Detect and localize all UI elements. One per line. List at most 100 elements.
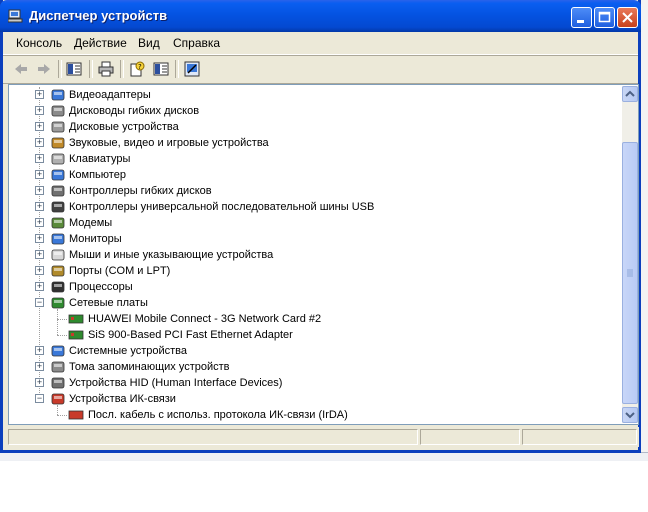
display-adapter-icon bbox=[51, 89, 65, 101]
floppy-drive-icon bbox=[51, 105, 65, 117]
menu-action[interactable]: Действие bbox=[74, 36, 127, 50]
tree-node-label: Тома запоминающих устройств bbox=[69, 361, 230, 373]
toolbar-separator bbox=[89, 60, 93, 78]
sound-icon bbox=[51, 137, 65, 149]
close-icon bbox=[622, 12, 633, 23]
title-bar[interactable]: Диспетчер устройств bbox=[0, 0, 641, 32]
menu-help[interactable]: Справка bbox=[173, 36, 220, 50]
network-card-icon bbox=[68, 314, 84, 324]
console-tree-icon[interactable] bbox=[66, 61, 82, 77]
infrared-icon bbox=[51, 393, 65, 405]
tree-node-label: Мониторы bbox=[69, 233, 122, 245]
tree-child-label: HUAWEI Mobile Connect - 3G Network Card … bbox=[88, 313, 322, 325]
infrared-icon bbox=[68, 410, 84, 420]
close-button[interactable] bbox=[617, 7, 638, 28]
tree-node-label: Контроллеры универсальной последовательн… bbox=[69, 201, 375, 213]
toolbar-separator bbox=[175, 60, 179, 78]
status-bar bbox=[8, 427, 639, 447]
expand-toggle[interactable]: + bbox=[35, 266, 44, 275]
processor-icon bbox=[51, 281, 65, 293]
expand-toggle[interactable]: + bbox=[35, 234, 44, 243]
scroll-down-button[interactable] bbox=[622, 407, 638, 423]
network-card-icon bbox=[68, 330, 84, 340]
floppy-controller-icon bbox=[51, 185, 65, 197]
collapse-toggle[interactable]: − bbox=[35, 394, 44, 403]
expand-toggle[interactable]: + bbox=[35, 138, 44, 147]
vertical-scrollbar[interactable] bbox=[622, 86, 638, 423]
tree-node-label: Компьютер bbox=[69, 169, 126, 181]
expand-toggle[interactable]: + bbox=[35, 106, 44, 115]
window-title: Диспетчер устройств bbox=[29, 8, 168, 23]
properties-icon[interactable]: ? bbox=[129, 61, 145, 77]
expand-toggle[interactable]: + bbox=[35, 170, 44, 179]
expand-toggle[interactable]: + bbox=[35, 122, 44, 131]
taskbar-edge bbox=[0, 452, 648, 461]
tree-node-label: Процессоры bbox=[69, 281, 133, 293]
expand-toggle[interactable]: + bbox=[35, 154, 44, 163]
toolbar-separator bbox=[120, 60, 124, 78]
status-pane-main bbox=[8, 429, 418, 445]
tree-connector bbox=[57, 405, 58, 415]
modem-icon bbox=[51, 217, 65, 229]
tree-node-label: Порты (COM и LPT) bbox=[69, 265, 171, 277]
tree-node-label: Сетевые платы bbox=[69, 297, 148, 309]
monitor-icon bbox=[51, 233, 65, 245]
usb-icon bbox=[51, 201, 65, 213]
toolbar: ? bbox=[3, 55, 638, 84]
print-icon[interactable] bbox=[98, 61, 114, 77]
system-device-icon bbox=[51, 345, 65, 357]
expand-toggle[interactable]: + bbox=[35, 186, 44, 195]
scroll-up-button[interactable] bbox=[622, 86, 638, 102]
status-pane-3 bbox=[522, 429, 637, 445]
chevron-down-icon bbox=[625, 412, 635, 419]
toolbar-separator bbox=[58, 60, 62, 78]
tree-node-label: Системные устройства bbox=[69, 345, 188, 357]
tree-node-label: Дисковые устройства bbox=[69, 121, 179, 133]
collapse-toggle[interactable]: − bbox=[35, 298, 44, 307]
scan-hardware-icon[interactable] bbox=[184, 61, 200, 77]
device-tree-panel[interactable]: + Видеоадаптеры + Дисководы гибких дисков + Д… bbox=[8, 84, 639, 425]
maximize-icon bbox=[598, 11, 611, 23]
tree-connector bbox=[57, 415, 67, 416]
hid-icon bbox=[51, 377, 65, 389]
tree-child-label: SiS 900-Based PCI Fast Ethernet Adapter bbox=[88, 329, 293, 341]
svg-text:?: ? bbox=[138, 63, 142, 71]
back-button[interactable] bbox=[13, 61, 29, 77]
expand-toggle[interactable]: + bbox=[35, 362, 44, 371]
device-manager-window: Диспетчер устройств Консоль Действие Вид… bbox=[0, 0, 641, 453]
expand-toggle[interactable]: + bbox=[35, 378, 44, 387]
tree-connector bbox=[57, 319, 67, 320]
expand-toggle[interactable]: + bbox=[35, 218, 44, 227]
tree-node-label: Устройства HID (Human Interface Devices) bbox=[69, 377, 283, 389]
scroll-thumb[interactable] bbox=[622, 142, 638, 404]
tree-connector bbox=[57, 335, 67, 336]
minimize-icon bbox=[577, 20, 584, 23]
expand-toggle[interactable]: + bbox=[35, 282, 44, 291]
forward-button[interactable] bbox=[36, 61, 52, 77]
computer-icon bbox=[51, 169, 65, 181]
chevron-up-icon bbox=[625, 90, 635, 97]
tree-connector bbox=[57, 309, 58, 335]
tree-node-label: Дисководы гибких дисков bbox=[69, 105, 200, 117]
tree-node-label: Звуковые, видео и игровые устройства bbox=[69, 137, 269, 149]
grip-icon bbox=[627, 269, 633, 277]
expand-toggle[interactable]: + bbox=[35, 346, 44, 355]
menu-console[interactable]: Консоль bbox=[16, 36, 62, 50]
minimize-button[interactable] bbox=[571, 7, 592, 28]
port-icon bbox=[51, 265, 65, 277]
menu-bar: Консоль Действие Вид Справка bbox=[3, 32, 638, 55]
tree-node-label: Модемы bbox=[69, 217, 113, 229]
expand-toggle[interactable]: + bbox=[35, 90, 44, 99]
maximize-button[interactable] bbox=[594, 7, 615, 28]
tree-node-label: Видеоадаптеры bbox=[69, 89, 151, 101]
tree-node-label: Клавиатуры bbox=[69, 153, 131, 165]
expand-toggle[interactable]: + bbox=[35, 250, 44, 259]
storage-volume-icon bbox=[51, 361, 65, 373]
tree-node-label: Устройства ИК-связи bbox=[69, 393, 176, 405]
keyboard-icon bbox=[51, 153, 65, 165]
device-manager-app-icon bbox=[8, 9, 23, 23]
update-driver-icon[interactable] bbox=[153, 61, 169, 77]
menu-view[interactable]: Вид bbox=[138, 36, 160, 50]
tree-child-label: Посл. кабель с использ. протокола ИК-свя… bbox=[88, 409, 348, 421]
expand-toggle[interactable]: + bbox=[35, 202, 44, 211]
